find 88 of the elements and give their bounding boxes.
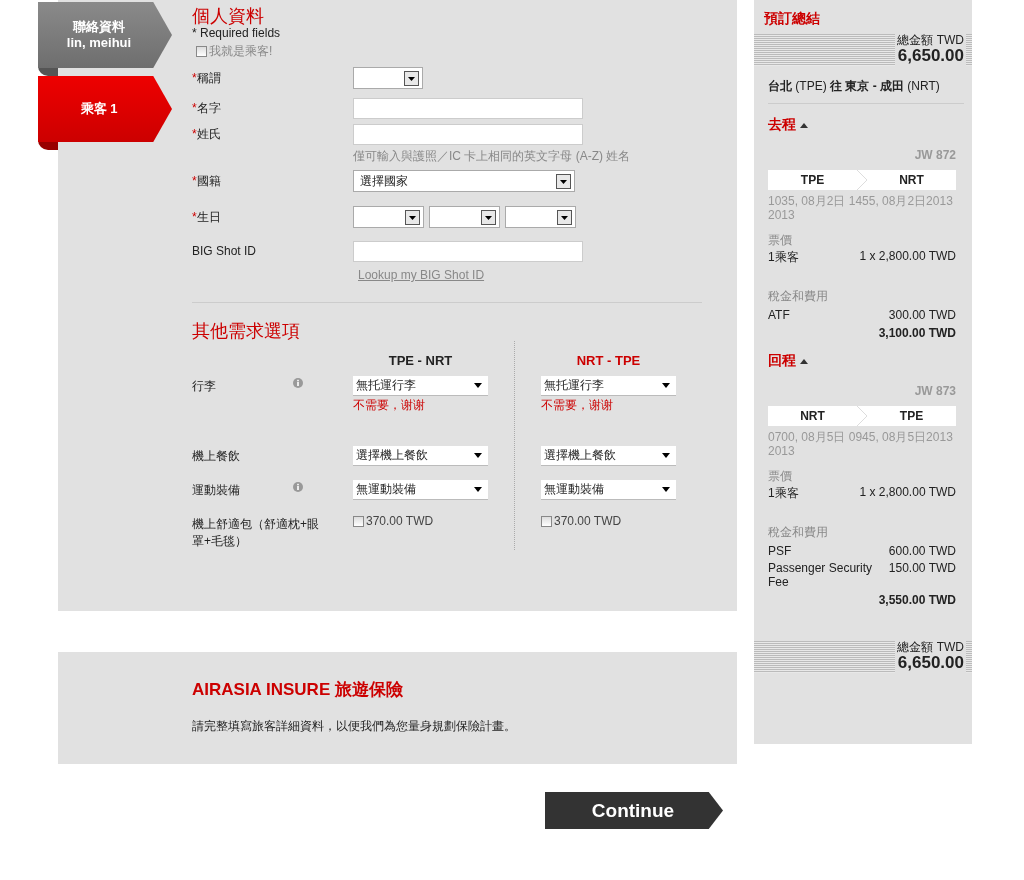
select-field[interactable]: 無運動裝備 [541, 480, 676, 500]
passenger-tab[interactable]: 乘客 1 [38, 76, 172, 142]
subtotal-amount: 3,550.00 TWD [877, 593, 956, 607]
required-note: * Required fields [192, 26, 282, 40]
tax-label: 稅金和費用 [768, 524, 829, 541]
input-field[interactable] [353, 240, 583, 262]
fare-label: 票價 [768, 468, 793, 485]
flight-times: 0700, 08月5日 0945, 08月5日2013 2013 [768, 430, 954, 458]
chevron-icon [857, 406, 867, 426]
checkbox-label: 我就是乘客! [209, 42, 273, 60]
field-label: 稱謂 [196, 70, 221, 85]
field-label: 國籍 [196, 173, 221, 188]
fare-amount: 1 x 2,800.00 TWD [859, 249, 956, 265]
subtotal-amount: 3,100.00 TWD [877, 326, 956, 340]
fare-item: 1乘客 [768, 485, 799, 502]
checkbox[interactable] [196, 45, 207, 57]
note-text: 不需要，谢谢 [353, 398, 426, 412]
section-title: 個人資料 [192, 5, 265, 26]
leg-title[interactable]: 去程 [768, 116, 796, 134]
flight-number: JW 872 [913, 147, 957, 164]
tax-amount: 600.00 TWD [888, 544, 956, 558]
summary-title: 預訂總結 [764, 10, 821, 28]
option-label: 行李 [192, 378, 217, 395]
price-label: 370.00 TWD [554, 514, 622, 528]
caret-icon [662, 487, 670, 492]
price-label: 370.00 TWD [366, 514, 434, 528]
tax-amount: 150.00 TWD [888, 561, 956, 577]
route-heading: NRT - TPE [575, 352, 642, 370]
caret-icon [474, 453, 482, 458]
required-mark: * [192, 100, 197, 115]
airport-code: TPE [799, 173, 826, 187]
option-label: 機上餐飲 [192, 448, 241, 465]
select-field[interactable]: 無托運行李 [353, 376, 488, 396]
select-field[interactable]: 選擇機上餐飲 [353, 446, 488, 466]
field-label: 名字 [196, 100, 221, 115]
tax-item: ATF [768, 308, 791, 322]
airport-code: NRT [898, 173, 925, 187]
note-text: 不需要，谢谢 [541, 398, 614, 412]
hint-text: 僅可輸入與護照／IC 卡上相同的英文字母 (A-Z) 姓名 [353, 148, 632, 165]
leg-title[interactable]: 回程 [768, 352, 796, 370]
caret-icon [474, 487, 482, 492]
select-field[interactable] [353, 206, 424, 228]
caret-icon [662, 383, 670, 388]
field-label: 生日 [196, 209, 221, 224]
flight-times: 1035, 08月2日 1455, 08月2日2013 2013 [768, 194, 954, 222]
total-label: 總金額 TWD [897, 641, 964, 654]
passenger-tab[interactable]: 聯絡資料 lin, meihui [38, 2, 172, 68]
select-field[interactable] [505, 206, 576, 228]
airport-code: TPE [898, 409, 925, 423]
tax-amount: 300.00 TWD [888, 308, 956, 322]
select-field[interactable]: 選擇機上餐飲 [541, 446, 676, 466]
input-field[interactable] [353, 123, 583, 145]
input-field[interactable] [353, 97, 583, 119]
tax-item: PSF [768, 544, 793, 558]
required-mark: * [192, 209, 197, 224]
insurance-text: 請完整填寫旅客詳細資料，以便我們為您量身規劃保險計畫。 [192, 718, 517, 735]
option-label: 運動裝備 [192, 482, 241, 499]
route-heading: TPE - NRT [387, 352, 454, 370]
caret-icon [474, 383, 482, 388]
field-label: BIG Shot ID [192, 244, 257, 258]
checkbox[interactable] [541, 515, 552, 527]
select-field[interactable] [429, 206, 500, 228]
checkbox[interactable] [353, 515, 364, 527]
section-title: 其他需求選項 [192, 320, 301, 341]
select-field[interactable]: 無托運行李 [541, 376, 676, 396]
route-text: 台北 (TPE) 往 東京 - 成田 (NRT) [768, 66, 964, 104]
fare-label: 票價 [768, 232, 793, 249]
insurance-title: AIRASIA INSURE 旅遊保險 [192, 679, 404, 701]
total-amount: 6,650.00 [897, 654, 964, 672]
tax-label: 稅金和費用 [768, 288, 829, 305]
select-field[interactable]: 選擇國家 [353, 170, 575, 192]
caret-icon [662, 453, 670, 458]
option-label: 機上舒適包（舒適枕+眼罩+毛毯） [192, 516, 320, 550]
chevron-icon [857, 170, 867, 190]
required-mark: * [192, 173, 197, 188]
flight-number: JW 873 [913, 383, 957, 400]
fare-item: 1乘客 [768, 249, 799, 266]
required-mark: * [192, 70, 197, 85]
airport-code: NRT [799, 409, 826, 423]
fare-amount: 1 x 2,800.00 TWD [859, 485, 956, 501]
total-amount: 6,650.00 [897, 47, 964, 65]
tax-item: Passenger Security Fee [768, 561, 874, 589]
required-mark: * [192, 126, 197, 141]
continue-button[interactable]: Continue [545, 792, 723, 829]
select-field[interactable] [353, 67, 423, 89]
total-label: 總金額 TWD [897, 34, 964, 47]
field-label: 姓氏 [196, 126, 221, 141]
select-field[interactable]: 無運動裝備 [353, 480, 488, 500]
